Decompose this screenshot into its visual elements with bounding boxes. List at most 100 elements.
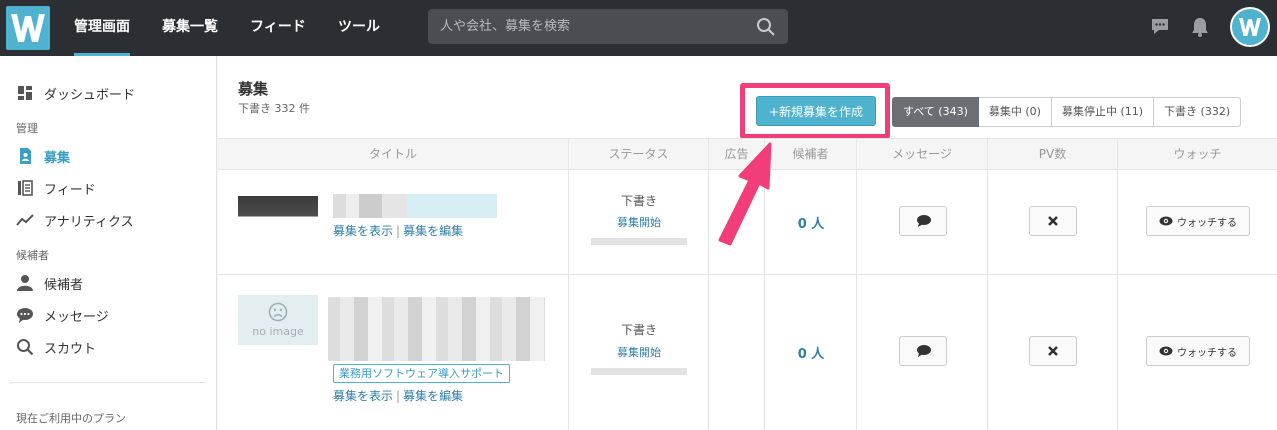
sidebar-item-label: フィード	[44, 182, 96, 198]
row-ad-cell	[709, 275, 765, 430]
filter-draft[interactable]: 下書き (332)	[1154, 97, 1242, 127]
view-recruitment-link[interactable]: 募集を表示	[333, 224, 393, 238]
view-recruitment-link[interactable]: 募集を表示	[333, 389, 393, 403]
no-image-label: no image	[252, 325, 304, 338]
nav-tools[interactable]: ツール	[338, 0, 380, 56]
column-watch: ウォッチ	[1173, 147, 1222, 161]
highlight-annotation-box	[740, 83, 890, 139]
row-links: 募集を表示 | 募集を編集	[333, 222, 463, 239]
filter-all[interactable]: すべて (343)	[892, 97, 979, 127]
nav-feed[interactable]: フィード	[250, 0, 306, 56]
logo-w-icon	[11, 14, 45, 42]
nav-admin[interactable]: 管理画面	[74, 0, 130, 56]
blurred-date	[591, 368, 687, 375]
row-status-cell: 下書き 募集開始	[569, 275, 709, 430]
blurred-title	[333, 194, 497, 218]
avatar[interactable]	[1230, 7, 1270, 47]
filter-active[interactable]: 募集中 (0)	[978, 97, 1052, 127]
category-tag: 業務用ソフトウェア導入サポート	[333, 364, 510, 383]
watch-label: ウォッチする	[1177, 217, 1237, 229]
page-subtitle: 下書き 332 件	[238, 102, 310, 115]
comments-icon	[917, 215, 931, 227]
status-text: 下書き	[620, 194, 657, 208]
sidebar-item-candidates[interactable]: 候補者	[16, 272, 83, 294]
column-pv: PV数	[988, 139, 1118, 170]
chat-icon[interactable]	[1150, 16, 1170, 36]
row-title-cell: 募集を表示 | 募集を編集	[218, 170, 569, 274]
column-title: タイトル	[218, 139, 569, 170]
sidebar: ダッシュボード 管理 募集 フィード アナリティクス 候補者 候補者 メッセージ	[0, 56, 217, 430]
status-filter-tabs: すべて (343) 募集中 (0) 募集停止中 (11) 下書き (332)	[892, 97, 1242, 127]
sidebar-item-messages[interactable]: メッセージ	[16, 304, 109, 326]
document-person-icon	[20, 148, 31, 164]
sidebar-item-label: 候補者	[44, 277, 84, 293]
close-x-icon	[1048, 216, 1058, 226]
recruitment-thumbnail[interactable]: no image	[238, 295, 318, 345]
logo[interactable]	[6, 6, 50, 50]
blurred-title	[328, 297, 545, 361]
sidebar-item-label: 募集	[44, 150, 71, 166]
pv-button[interactable]	[1029, 336, 1077, 366]
sidebar-item-feed[interactable]: フィード	[16, 177, 96, 199]
row-title-cell: no image 業務用ソフトウェア導入サポート 募集を表示 | 募集を編集	[218, 275, 569, 430]
eye-icon	[1159, 346, 1173, 356]
search-input[interactable]	[428, 9, 748, 44]
watch-button[interactable]: ウォッチする	[1146, 336, 1250, 366]
sidebar-item-scout[interactable]: スカウト	[16, 336, 96, 358]
eye-icon	[1159, 216, 1173, 226]
edit-recruitment-link[interactable]: 募集を編集	[403, 224, 463, 238]
feed-icon	[18, 180, 33, 196]
link-separator: |	[396, 224, 401, 238]
sidebar-section-candidates: 候補者	[16, 249, 49, 262]
close-x-icon	[1048, 346, 1058, 356]
dashboard-icon	[18, 86, 32, 100]
sidebar-item-dashboard[interactable]: ダッシュボード	[16, 82, 135, 104]
row-pv-cell	[988, 275, 1118, 430]
column-status: ステータス	[569, 139, 709, 170]
row-message-cell	[857, 275, 988, 430]
sidebar-section-manage: 管理	[16, 122, 38, 135]
message-button[interactable]	[899, 206, 947, 236]
status-text: 下書き	[620, 323, 657, 337]
watch-label: ウォッチする	[1177, 347, 1237, 359]
page-title: 募集	[238, 80, 269, 98]
start-recruitment-link[interactable]: 募集開始	[569, 344, 709, 360]
search-bar	[428, 9, 788, 44]
recruitment-thumbnail[interactable]	[238, 196, 318, 230]
search-icon[interactable]	[756, 17, 776, 37]
row-message-cell	[857, 170, 988, 274]
blurred-date	[591, 238, 687, 245]
message-button[interactable]	[899, 336, 947, 366]
row-watch-cell: ウォッチする	[1118, 275, 1277, 430]
sidebar-section-plan: 現在ご利用中のプラン	[16, 412, 126, 425]
start-recruitment-link[interactable]: 募集開始	[569, 214, 709, 230]
sidebar-item-label: アナリティクス	[44, 214, 134, 230]
row-links: 募集を表示 | 募集を編集	[333, 387, 463, 404]
magnifier-icon	[17, 339, 34, 356]
link-separator: |	[396, 389, 401, 403]
column-message: メッセージ	[857, 139, 988, 170]
table-row: no image 業務用ソフトウェア導入サポート 募集を表示 | 募集を編集 下書き…	[218, 275, 1277, 430]
speech-bubble-icon	[17, 308, 33, 323]
pv-button[interactable]	[1029, 206, 1077, 236]
candidate-count[interactable]: 0 人	[765, 343, 857, 362]
row-watch-cell: ウォッチする	[1118, 170, 1277, 274]
sidebar-item-label: ダッシュボード	[44, 87, 136, 103]
trend-line-icon	[16, 214, 34, 226]
row-candidates-cell: 0 人	[765, 275, 857, 430]
filter-stopped[interactable]: 募集停止中 (11)	[1051, 97, 1155, 127]
annotation-arrow-icon	[718, 142, 772, 246]
top-bar: 管理画面 募集一覧 フィード ツール	[0, 0, 1277, 56]
sidebar-item-label: メッセージ	[44, 309, 109, 325]
sidebar-item-analytics[interactable]: アナリティクス	[16, 209, 134, 231]
sad-face-icon	[268, 302, 288, 322]
row-pv-cell	[988, 170, 1118, 274]
sidebar-item-label: スカウト	[44, 341, 97, 357]
bell-icon[interactable]	[1190, 16, 1210, 38]
sidebar-divider	[10, 382, 205, 383]
watch-button[interactable]: ウォッチする	[1146, 206, 1250, 236]
nav-recruit-list[interactable]: 募集一覧	[162, 0, 218, 56]
comments-icon	[917, 345, 931, 357]
sidebar-item-recruit[interactable]: 募集	[16, 145, 70, 167]
edit-recruitment-link[interactable]: 募集を編集	[403, 389, 463, 403]
